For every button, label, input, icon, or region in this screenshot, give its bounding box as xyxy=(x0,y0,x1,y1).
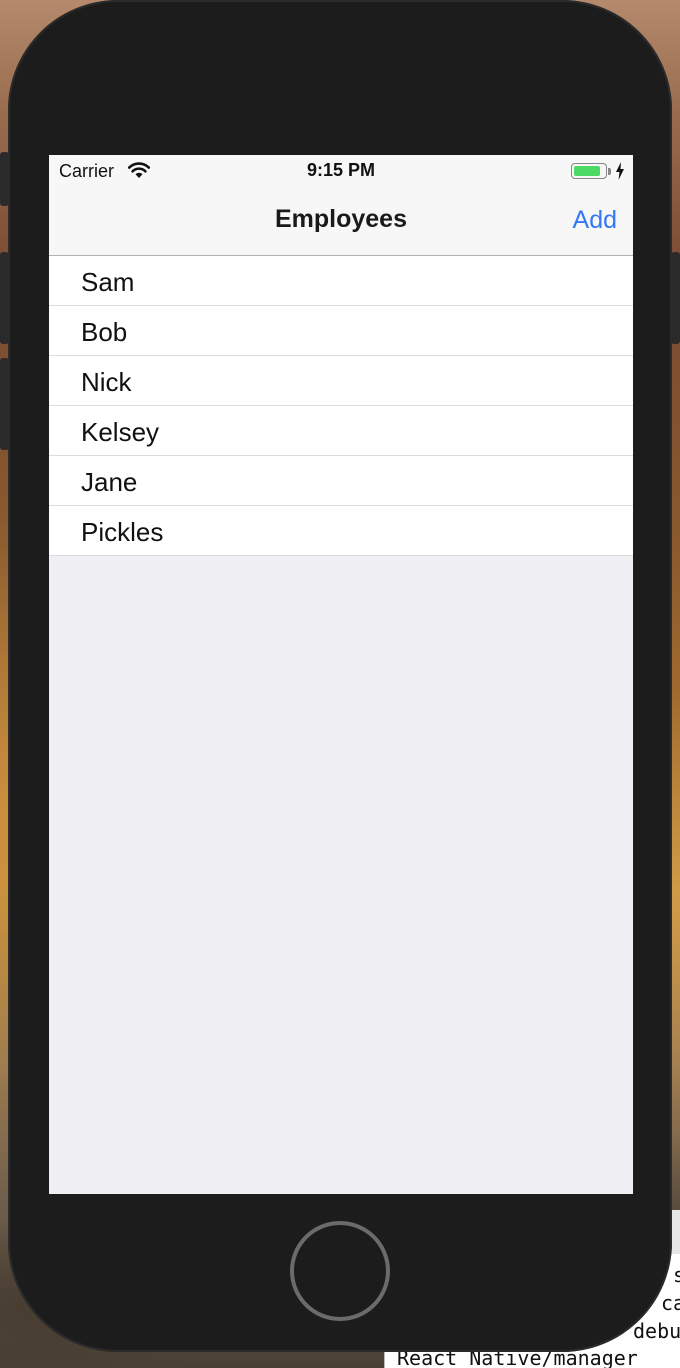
volume-up-button xyxy=(0,252,9,344)
employee-name: Jane xyxy=(81,467,138,497)
employee-name: Nick xyxy=(81,367,132,397)
list-item[interactable]: Sam xyxy=(49,256,633,306)
volume-down-button xyxy=(0,358,9,450)
list-item[interactable]: Pickles xyxy=(49,506,633,556)
terminal-line: debu xyxy=(633,1319,680,1343)
list-item[interactable]: Kelsey xyxy=(49,406,633,456)
employee-name: Kelsey xyxy=(81,417,160,447)
employee-name: Bob xyxy=(81,317,128,347)
employee-name: Pickles xyxy=(81,517,164,547)
status-bar: Carrier 9:15 PM xyxy=(49,155,633,187)
battery-level-fill xyxy=(574,166,600,176)
add-button[interactable]: Add xyxy=(573,206,617,235)
terminal-line: ca xyxy=(661,1291,680,1315)
employee-list: Sam Bob Nick Kelsey Jane Pickles xyxy=(49,256,633,556)
list-item[interactable]: Jane xyxy=(49,456,633,506)
page-title: Employees xyxy=(274,205,407,233)
terminal-line: s xyxy=(673,1264,680,1286)
power-button xyxy=(671,252,680,344)
phone-screen: Carrier 9:15 PM Employees Add Sam Bob Ni… xyxy=(49,155,633,1194)
status-time: 9:15 PM xyxy=(306,160,376,180)
battery-tip xyxy=(608,168,611,175)
employee-name: Sam xyxy=(81,267,135,297)
navigation-bar: Employees Add xyxy=(49,187,633,256)
charging-icon xyxy=(616,162,624,180)
list-item[interactable]: Bob xyxy=(49,306,633,356)
mute-switch xyxy=(0,152,9,206)
home-button[interactable] xyxy=(290,1221,390,1321)
battery-icon xyxy=(571,163,607,179)
list-item[interactable]: Nick xyxy=(49,356,633,406)
